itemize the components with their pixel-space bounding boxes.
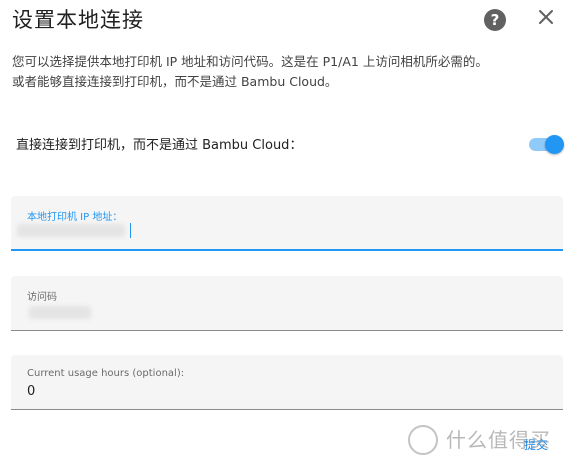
watermark-logo: [408, 425, 438, 455]
usage-hours-field[interactable]: Current usage hours (optional): 0: [11, 355, 563, 410]
description-line-1: 您可以选择提供本地打印机 IP 地址和访问代码。这是在 P1/A1 上访问相机所…: [12, 54, 488, 69]
close-icon[interactable]: [534, 5, 558, 29]
dialog-description: 您可以选择提供本地打印机 IP 地址和访问代码。这是在 P1/A1 上访问相机所…: [12, 52, 567, 92]
ip-address-value-redacted: [17, 224, 125, 237]
access-code-label: 访问码: [27, 292, 57, 303]
help-icon[interactable]: ?: [484, 9, 506, 31]
ip-address-label: 本地打印机 IP 地址：: [27, 212, 123, 223]
submit-button[interactable]: 提交: [524, 436, 548, 453]
toggle-thumb: [545, 135, 564, 154]
access-code-field[interactable]: 访问码: [11, 276, 563, 331]
direct-connect-toggle[interactable]: [527, 134, 564, 154]
access-code-value-redacted: [29, 306, 91, 319]
direct-connect-label: 直接连接到打印机，而不是通过 Bambu Cloud：: [16, 138, 303, 153]
usage-hours-label: Current usage hours (optional):: [27, 368, 185, 379]
usage-hours-value: 0: [27, 384, 36, 399]
dialog-title: 设置本地连接: [12, 8, 144, 32]
ip-address-field[interactable]: 本地打印机 IP 地址：: [11, 196, 563, 251]
text-caret: [130, 223, 131, 238]
description-line-2: 或者能够直接连接到打印机，而不是通过 Bambu Cloud。: [12, 74, 338, 89]
